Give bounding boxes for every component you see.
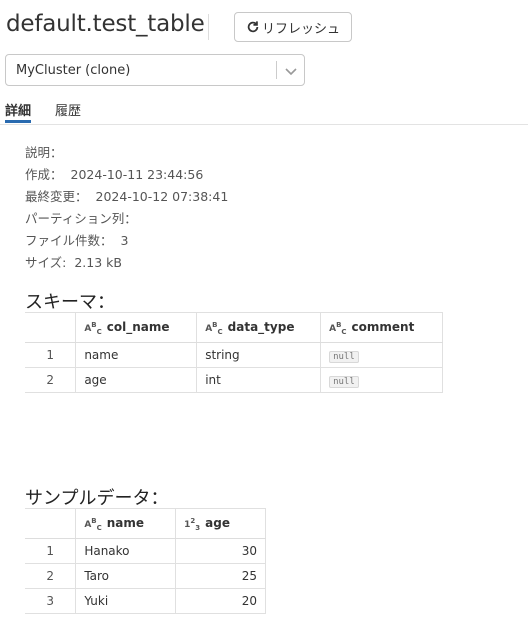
table-row: 1 Hanako 30 [25, 538, 266, 564]
row-index: 1 [25, 342, 76, 368]
tab-bar: 詳細 履歴 [0, 98, 528, 125]
table-header-row: ABC col_name ABC data_type ABC comment [25, 312, 443, 343]
table-cell: age [75, 367, 197, 393]
detail-label: パーティション列： [25, 211, 137, 226]
column-header[interactable]: ABC col_name [75, 312, 197, 343]
chevron-down-icon[interactable] [283, 63, 299, 79]
detail-modified: 最終変更： 2024-10-12 07:38:41 [25, 188, 228, 210]
detail-value: 2024-10-12 07:38:41 [95, 189, 229, 204]
detail-value: 2.13 kB [74, 255, 122, 270]
sample-data-title: サンプルデータ： [25, 488, 169, 509]
row-index: 2 [25, 367, 76, 393]
table-cell: string [196, 342, 321, 368]
string-type-icon: ABC [329, 320, 347, 336]
sample-data-table: ABC name 123 age 1 Hanako 30 2 Taro 25 3 Y… [25, 508, 266, 614]
table-cell: null [320, 367, 443, 393]
detail-label: ファイル件数： [25, 233, 113, 248]
table-row: 3 Yuki 20 [25, 588, 266, 614]
schema-table: ABC col_name ABC data_type ABC comment 1 na… [25, 312, 443, 393]
detail-label: 作成： [25, 167, 63, 182]
detail-label: サイズ: [25, 255, 67, 270]
select-divider [276, 61, 277, 79]
table-cell: Hanako [75, 538, 176, 564]
title-divider [208, 14, 209, 40]
table-row: 2 age int null [25, 367, 443, 393]
row-index: 2 [25, 563, 76, 589]
detail-partition: パーティション列： [25, 210, 228, 232]
table-cell: 20 [175, 588, 266, 614]
table-row: 1 name string null [25, 342, 443, 368]
row-index-header [25, 508, 76, 539]
detail-created: 作成： 2024-10-11 23:44:56 [25, 166, 228, 188]
cluster-select-value: MyCluster (clone) [16, 63, 131, 78]
detail-size: サイズ: 2.13 kB [25, 254, 228, 276]
tab-details[interactable]: 詳細 [5, 100, 31, 119]
refresh-label: リフレッシュ [261, 21, 340, 37]
tab-history[interactable]: 履歴 [55, 100, 81, 119]
detail-file-count: ファイル件数： 3 [25, 232, 228, 254]
row-index: 1 [25, 538, 76, 564]
table-row: 2 Taro 25 [25, 563, 266, 589]
string-type-icon: ABC [84, 320, 102, 336]
table-cell: Yuki [75, 588, 176, 614]
string-type-icon: ABC [205, 320, 223, 336]
page-title: default.test_table [6, 11, 205, 37]
row-index: 3 [25, 588, 76, 614]
column-header[interactable]: ABC name [75, 508, 176, 539]
detail-label: 最終変更： [25, 189, 88, 204]
table-cell: 30 [175, 538, 266, 564]
active-tab-indicator [5, 120, 31, 123]
column-header[interactable]: ABC comment [320, 312, 443, 343]
table-cell: null [320, 342, 443, 368]
column-header[interactable]: ABC data_type [196, 312, 321, 343]
null-badge: null [329, 376, 359, 388]
refresh-button[interactable]: リフレッシュ [234, 12, 352, 42]
refresh-icon [247, 21, 259, 33]
header: default.test_table リフレッシュ [6, 8, 526, 44]
detail-label: 説明： [25, 145, 63, 160]
row-index-header [25, 312, 76, 343]
number-type-icon: 123 [184, 516, 201, 532]
string-type-icon: ABC [84, 516, 102, 532]
schema-title: スキーマ： [25, 292, 115, 313]
detail-description: 説明： [25, 144, 228, 166]
detail-value: 3 [120, 233, 129, 248]
table-cell: Taro [75, 563, 176, 589]
table-cell: name [75, 342, 197, 368]
cluster-select[interactable]: MyCluster (clone) [5, 54, 305, 86]
table-cell: 25 [175, 563, 266, 589]
null-badge: null [329, 351, 359, 363]
table-cell: int [196, 367, 321, 393]
detail-value: 2024-10-11 23:44:56 [70, 167, 204, 182]
table-header-row: ABC name 123 age [25, 508, 266, 539]
column-header[interactable]: 123 age [175, 508, 266, 539]
table-details: 説明： 作成： 2024-10-11 23:44:56 最終変更： 2024-10-… [25, 144, 228, 276]
